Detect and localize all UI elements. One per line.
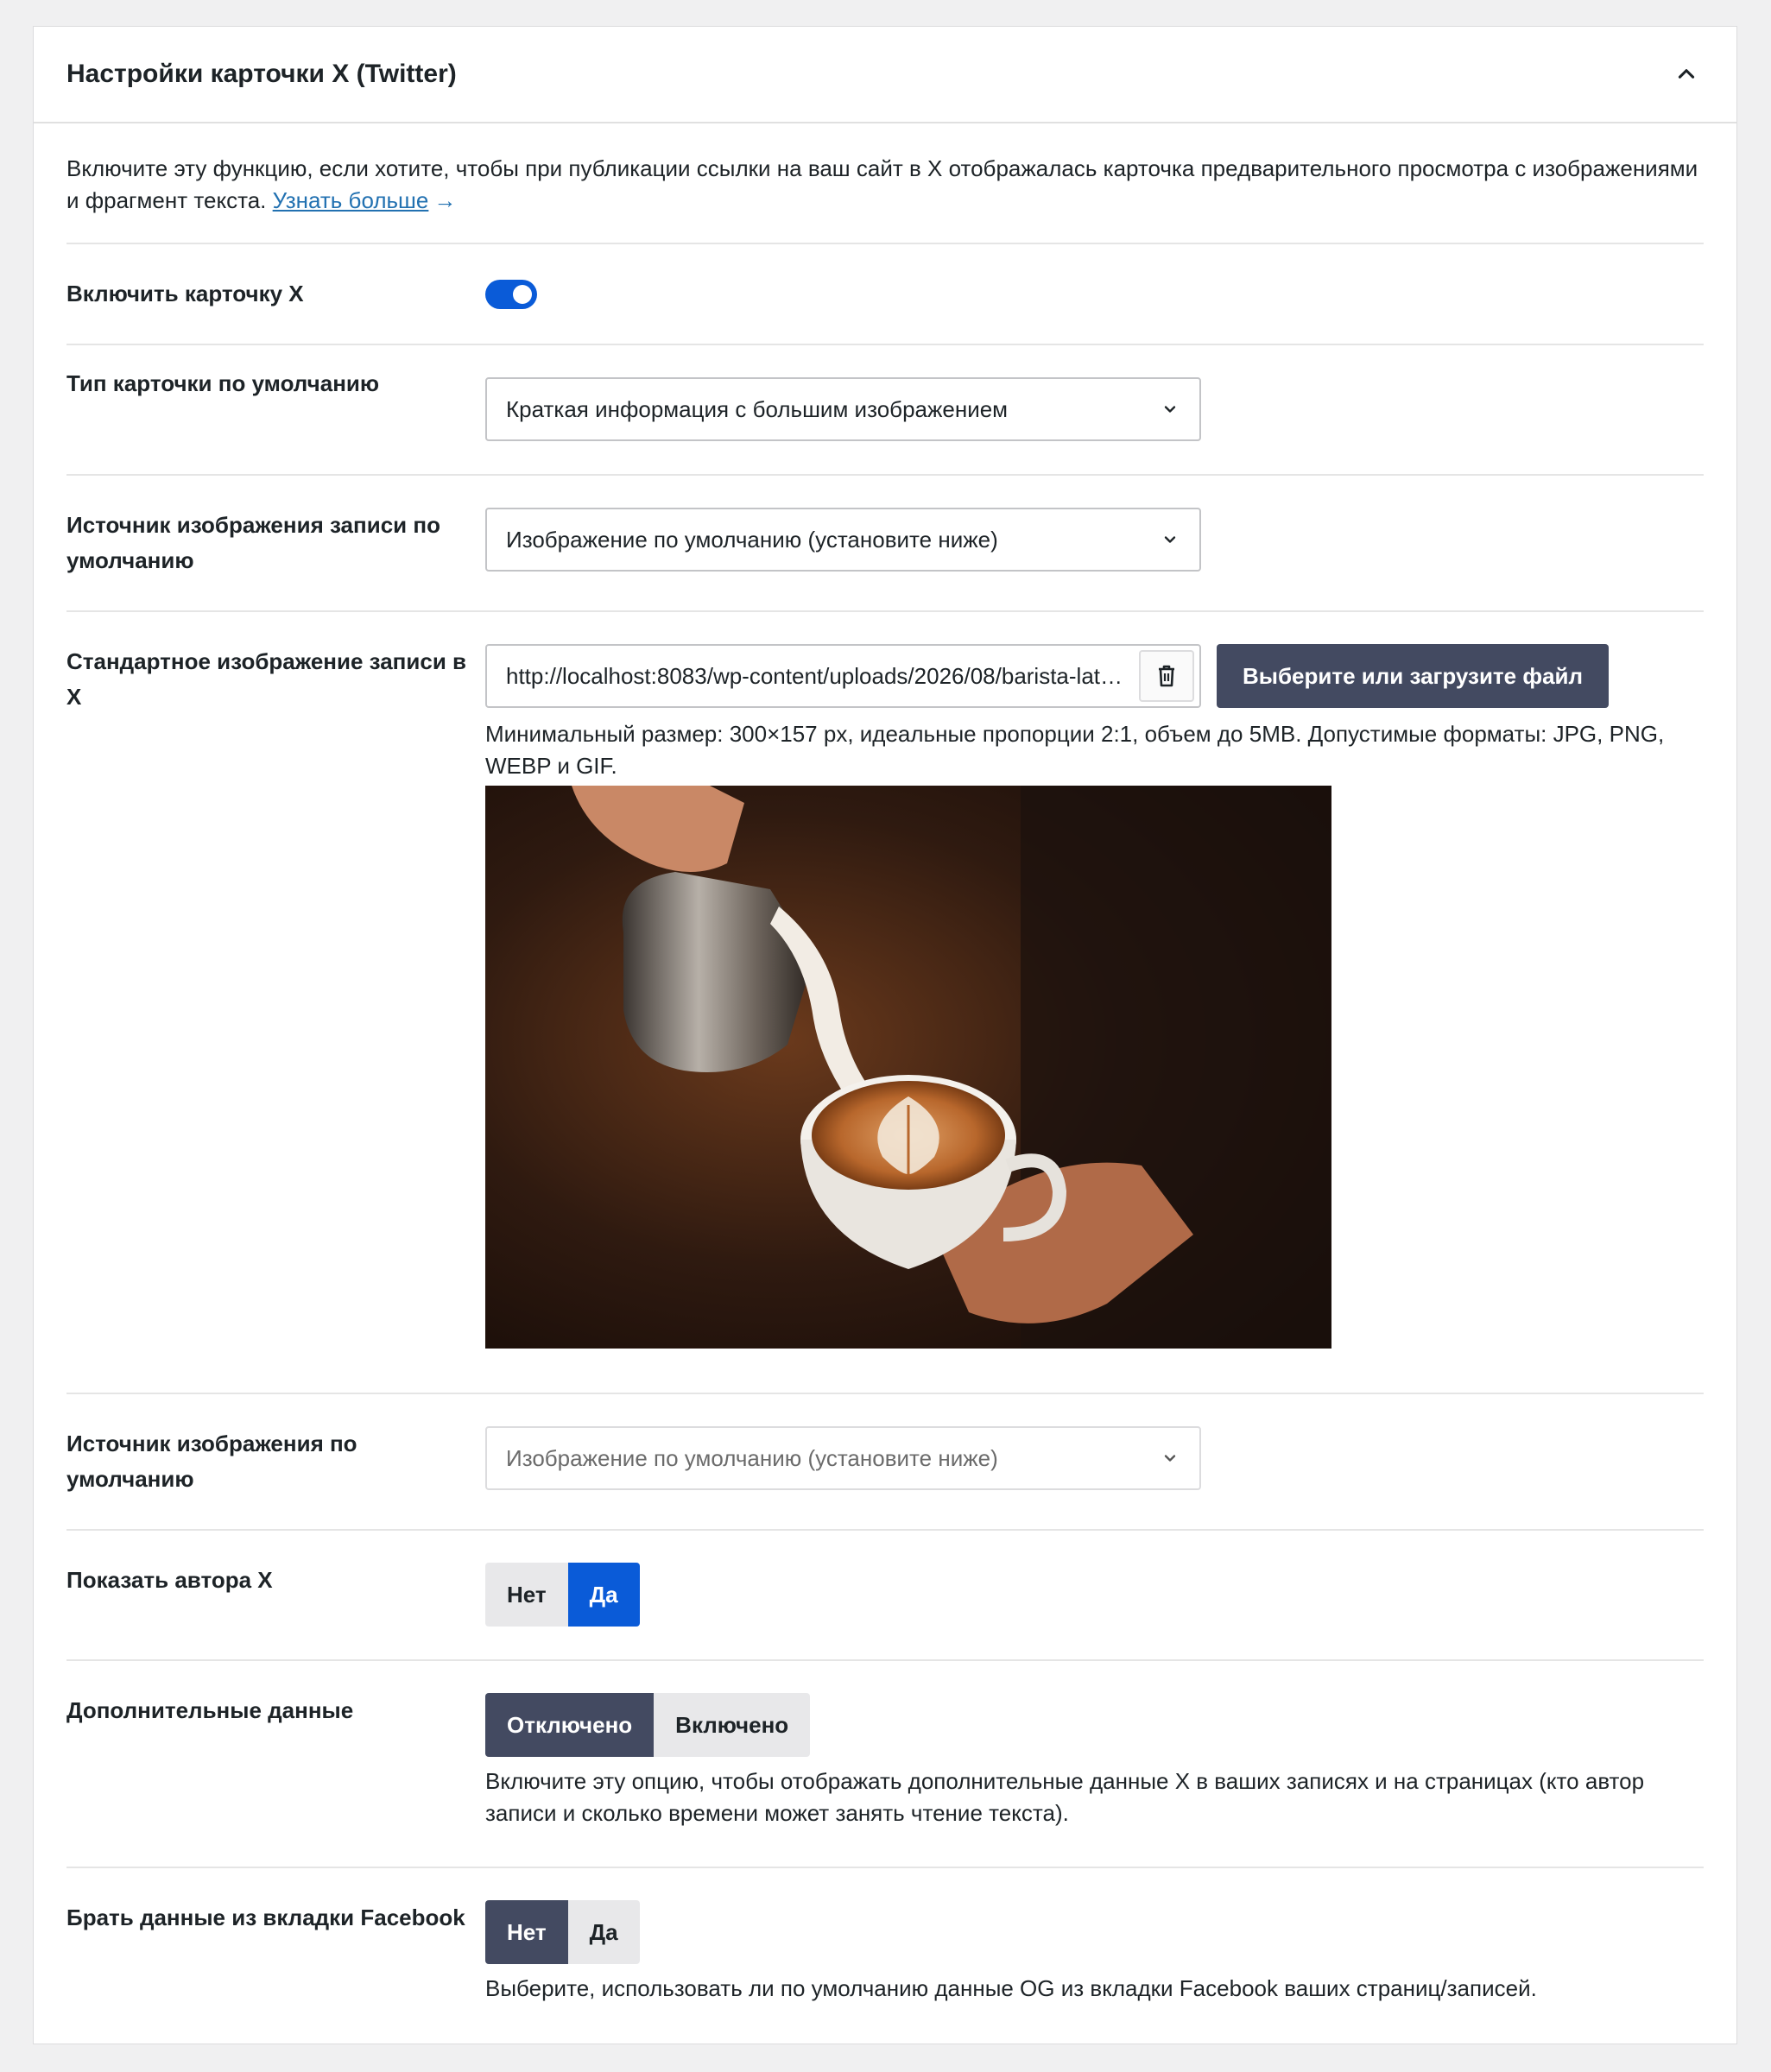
show-author-segmented: Нет Да (485, 1563, 1704, 1627)
chevron-up-icon (1678, 69, 1695, 79)
use-facebook-no-button[interactable]: Нет (485, 1900, 568, 1964)
use-facebook-yes-button[interactable]: Да (567, 1900, 640, 1964)
intro-text: Включите эту функцию, если хотите, чтобы… (66, 123, 1704, 244)
post-image-source-label: Источник изображения записи по умолчанию (66, 512, 440, 573)
row-additional-data: Дополнительные данные Отключено Включено… (66, 1661, 1704, 1868)
row-use-facebook: Брать данные из вкладки Facebook Нет Да … (66, 1868, 1704, 2041)
twitter-card-settings-panel: Настройки карточки X (Twitter) Включите … (33, 26, 1737, 2044)
row-show-author: Показать автора X Нет Да (66, 1531, 1704, 1661)
use-facebook-help: Выберите, использовать ли по умолчанию д… (485, 1975, 1537, 2001)
image-source-value: Изображение по умолчанию (установите ниж… (506, 1444, 998, 1471)
toggle-knob (513, 285, 532, 304)
latte-art-image (485, 786, 1331, 1349)
panel-header[interactable]: Настройки карточки X (Twitter) (34, 27, 1736, 123)
chevron-down-icon (1164, 536, 1176, 543)
show-author-label: Показать автора X (66, 1567, 273, 1593)
card-type-select[interactable]: Краткая информация с большим изображение… (485, 377, 1201, 441)
row-default-image: Стандартное изображение записи в X http:… (66, 612, 1704, 1394)
row-card-type: Тип карточки по умолчанию Краткая информ… (66, 345, 1704, 476)
post-image-source-select[interactable]: Изображение по умолчанию (установите ниж… (485, 508, 1201, 572)
row-enable-card: Включить карточку X (66, 244, 1704, 345)
additional-data-on-button[interactable]: Включено (654, 1693, 811, 1757)
show-author-yes-button[interactable]: Да (567, 1563, 640, 1627)
image-preview (485, 786, 1331, 1349)
additional-data-label: Дополнительные данные (66, 1697, 354, 1723)
image-url-value: http://localhost:8083/wp-content/uploads… (506, 662, 1128, 689)
chevron-down-icon (1164, 406, 1176, 413)
use-facebook-segmented: Нет Да (485, 1900, 1704, 1964)
default-image-label: Стандартное изображение записи в X (66, 648, 467, 710)
trash-icon (1159, 665, 1174, 687)
remove-image-button[interactable] (1139, 650, 1194, 702)
image-url-input[interactable]: http://localhost:8083/wp-content/uploads… (485, 644, 1201, 708)
additional-data-segmented: Отключено Включено (485, 1693, 1704, 1757)
learn-more-link[interactable]: Узнать больше (273, 187, 429, 213)
panel-title: Настройки карточки X (Twitter) (66, 60, 457, 88)
card-type-label: Тип карточки по умолчанию (66, 370, 380, 396)
collapse-button[interactable] (1669, 57, 1704, 92)
enable-card-toggle[interactable] (485, 280, 537, 309)
chevron-down-icon (1164, 1455, 1176, 1462)
row-post-image-source: Источник изображения записи по умолчанию… (66, 476, 1704, 612)
post-image-source-value: Изображение по умолчанию (установите ниж… (506, 526, 998, 553)
image-requirements-help: Минимальный размер: 300×157 px, идеальны… (485, 721, 1665, 779)
show-author-no-button[interactable]: Нет (485, 1563, 568, 1627)
upload-file-button[interactable]: Выберите или загрузите файл (1217, 644, 1610, 708)
row-image-source: Источник изображения по умолчанию Изобра… (66, 1394, 1704, 1531)
additional-data-off-button[interactable]: Отключено (485, 1693, 655, 1757)
card-type-value: Краткая информация с большим изображение… (506, 395, 1009, 422)
additional-data-help: Включите эту опцию, чтобы отображать доп… (485, 1768, 1645, 1826)
image-source-select[interactable]: Изображение по умолчанию (установите ниж… (485, 1426, 1201, 1490)
enable-card-label: Включить карточку X (66, 281, 304, 306)
use-facebook-label: Брать данные из вкладки Facebook (66, 1905, 465, 1930)
arrow-right-icon: → (433, 187, 457, 213)
image-source-label: Источник изображения по умолчанию (66, 1431, 357, 1492)
